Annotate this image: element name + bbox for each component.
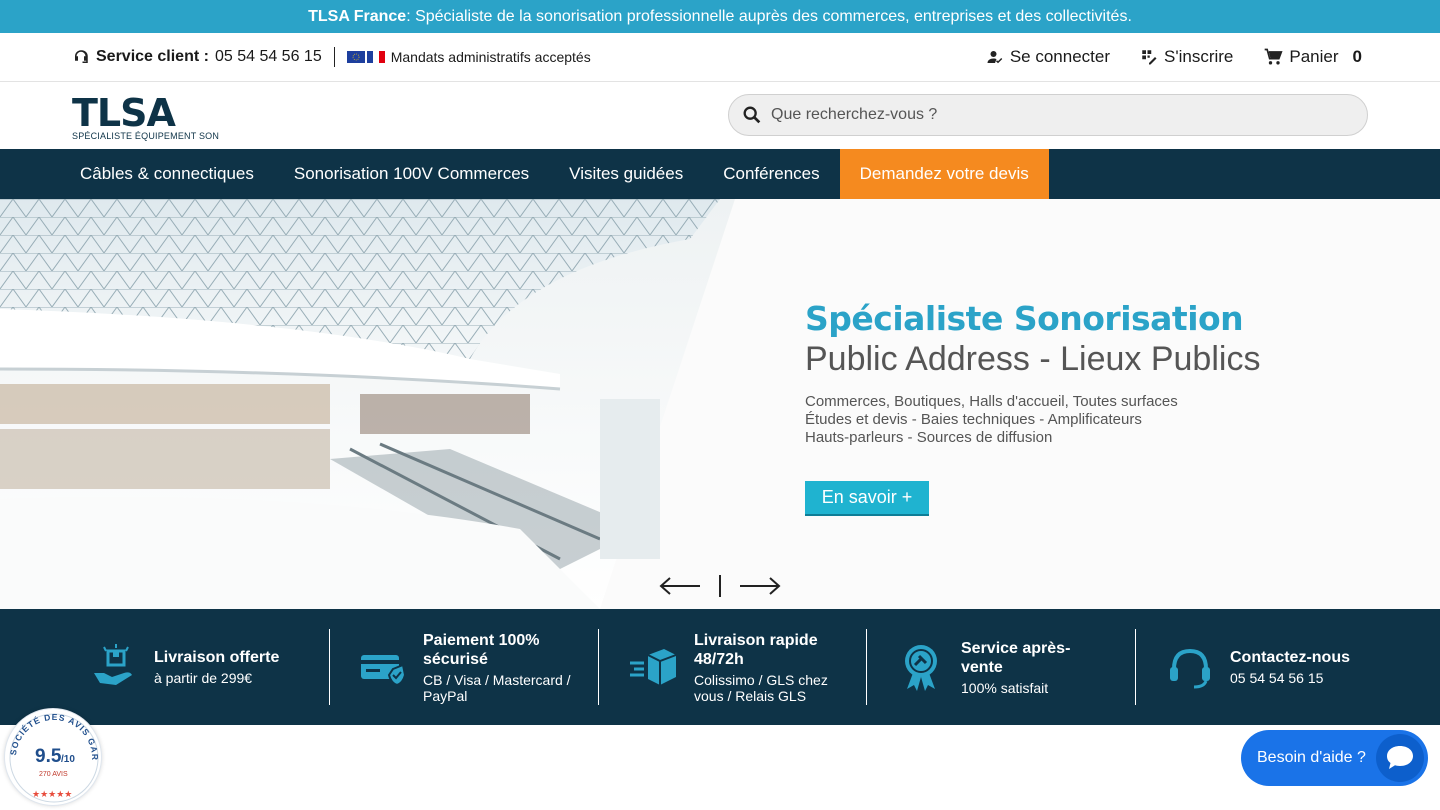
feature-fast-delivery: Livraison rapide 48/72h Colissimo / GLS … — [628, 629, 844, 705]
feature-subtitle: 05 54 54 56 15 — [1230, 670, 1324, 686]
promo-banner: TLSA France : Spécialiste de la sonorisa… — [0, 0, 1440, 33]
reviews-badge[interactable]: SOCIÉTÉ DES AVIS GARANTIS 9.5 /10 270 AV… — [1, 701, 102, 806]
delivery-hand-icon — [94, 644, 132, 685]
headset-icon — [75, 50, 88, 63]
help-label: Besoin d'aide ? — [1257, 749, 1366, 766]
hero-line: Hauts-parleurs - Sources de diffusion — [805, 429, 1053, 446]
hero-subtitle: Public Address - Lieux Publics — [805, 340, 1261, 378]
logo[interactable]: TLSA SPÉCIALISTE ÉQUIPEMENT SON — [72, 91, 222, 141]
nav-item-cables[interactable]: Câbles & connectiques — [60, 149, 274, 199]
hero-lines: Commerces, Boutiques, Halls d'accueil, T… — [805, 393, 1260, 447]
cart-icon — [1265, 48, 1283, 65]
logo-subtitle: SPÉCIALISTE ÉQUIPEMENT SON — [72, 131, 220, 141]
main-nav: Câbles & connectiques Sonorisation 100V … — [0, 149, 1440, 199]
secure-card-icon — [361, 655, 407, 687]
feature-text: Service après-vente 100% satisfait — [961, 639, 1101, 696]
nav-item-visites-guidees[interactable]: Visites guidées — [549, 149, 703, 199]
utility-left: Service client : 05 54 54 56 15 Mandats … — [72, 33, 591, 81]
cart-count: 0 — [1352, 47, 1362, 66]
rating-score: 9.5 — [35, 746, 62, 767]
arrow-left-icon[interactable] — [658, 573, 702, 599]
register-link[interactable]: S'inscrire — [1140, 47, 1233, 67]
feature-subtitle: à partir de 299€ — [154, 670, 253, 686]
chat-icon — [1387, 746, 1413, 769]
france-flag-icon — [366, 51, 385, 63]
rating-stars: ★★★★★ — [32, 790, 72, 800]
cart-label: Panier — [1289, 47, 1339, 66]
banner-text: : Spécialiste de la sonorisation profess… — [406, 7, 1132, 25]
user-check-icon — [987, 51, 1003, 64]
arrow-right-icon[interactable] — [738, 573, 782, 599]
feature-text: Paiement 100% sécurisé CB / Visa / Maste… — [423, 631, 583, 704]
hero-line: Études et devis - Baies techniques - Amp… — [805, 411, 1142, 428]
feature-title: Contactez-nous — [1230, 649, 1350, 666]
feature-title: Livraison offerte — [154, 649, 280, 666]
feature-subtitle: Colissimo / GLS chez vous / Relais GLS — [694, 671, 828, 704]
feature-text: Livraison offerte à partir de 299€ — [154, 648, 279, 686]
register-icon — [1142, 50, 1157, 65]
hero-slider: Spécialiste Sonorisation Public Address … — [0, 199, 1440, 609]
hero-line: Commerces, Boutiques, Halls d'accueil, T… — [805, 393, 1178, 410]
features-bar: Livraison offerte à partir de 299€ Paiem… — [0, 609, 1440, 725]
feature-after-sales: Service après-vente 100% satisfait — [897, 629, 1101, 705]
utility-bar: Service client : 05 54 54 56 15 Mandats … — [0, 33, 1440, 82]
logo-title: TLSA — [72, 91, 176, 135]
divider — [333, 47, 335, 67]
feature-subtitle: CB / Visa / Mastercard / PayPal — [423, 671, 571, 704]
hero-mall-photo — [0, 199, 735, 609]
feature-text: Contactez-nous 05 54 54 56 15 — [1230, 648, 1350, 686]
headset-icon — [1170, 648, 1210, 689]
login-link[interactable]: Se connecter — [986, 47, 1110, 67]
feature-title: Livraison rapide 48/72h — [694, 631, 818, 668]
nav-item-sonorisation-100v[interactable]: Sonorisation 100V Commerces — [274, 149, 549, 199]
feature-secure-payment: Paiement 100% sécurisé CB / Visa / Maste… — [359, 629, 583, 705]
cart-link[interactable]: Panier 0 — [1263, 47, 1362, 67]
account-links: Se connecter S'inscrire Panier 0 — [986, 33, 1362, 81]
reviews-seal: SOCIÉTÉ DES AVIS GARANTIS 9.5 /10 270 AV… — [1, 701, 99, 803]
slider-controls — [658, 573, 782, 599]
rating-count: 270 AVIS — [39, 771, 68, 778]
feature-free-delivery: Livraison offerte à partir de 299€ — [90, 629, 279, 705]
hero-title: Spécialiste Sonorisation — [805, 299, 1244, 338]
feature-divider — [329, 629, 330, 705]
feature-contact: Contactez-nous 05 54 54 56 15 — [1166, 629, 1350, 705]
learn-more-button[interactable]: En savoir + — [805, 481, 929, 516]
feature-divider — [1135, 629, 1136, 705]
hero-text: Spécialiste Sonorisation Public Address … — [805, 299, 1260, 447]
eu-flag-icon — [346, 51, 365, 63]
rating-scale: /10 — [61, 754, 75, 765]
feature-divider — [598, 629, 599, 705]
quote-request-button[interactable]: Demandez votre devis — [839, 149, 1049, 199]
feature-divider — [866, 629, 867, 705]
feature-title: Service après-vente — [961, 639, 1071, 676]
service-label: Service client : — [96, 48, 209, 65]
register-label: S'inscrire — [1164, 47, 1234, 66]
mandats-text: Mandats administratifs acceptés — [390, 49, 591, 65]
nav-item-conferences[interactable]: Conférences — [703, 149, 839, 199]
award-badge-icon — [905, 645, 937, 691]
search-input[interactable] — [771, 106, 1331, 124]
fast-box-icon — [630, 649, 677, 685]
chat-help-button[interactable]: Besoin d'aide ? — [1241, 730, 1428, 786]
search-bar[interactable] — [728, 94, 1368, 136]
feature-text: Livraison rapide 48/72h Colissimo / GLS … — [694, 631, 844, 704]
login-label: Se connecter — [1009, 47, 1111, 66]
site-header: TLSA SPÉCIALISTE ÉQUIPEMENT SON — [0, 82, 1440, 149]
customer-service[interactable]: Service client : 05 54 54 56 15 — [72, 48, 322, 66]
service-phone[interactable]: 05 54 54 56 15 — [215, 48, 322, 66]
chat-bubble-icon[interactable] — [1376, 734, 1424, 782]
flags — [346, 51, 385, 63]
search-icon[interactable] — [741, 104, 763, 126]
banner-brand: TLSA France — [308, 7, 407, 25]
slide-indicator — [719, 575, 721, 597]
feature-subtitle: 100% satisfait — [961, 679, 1049, 696]
feature-title: Paiement 100% sécurisé — [423, 631, 540, 668]
